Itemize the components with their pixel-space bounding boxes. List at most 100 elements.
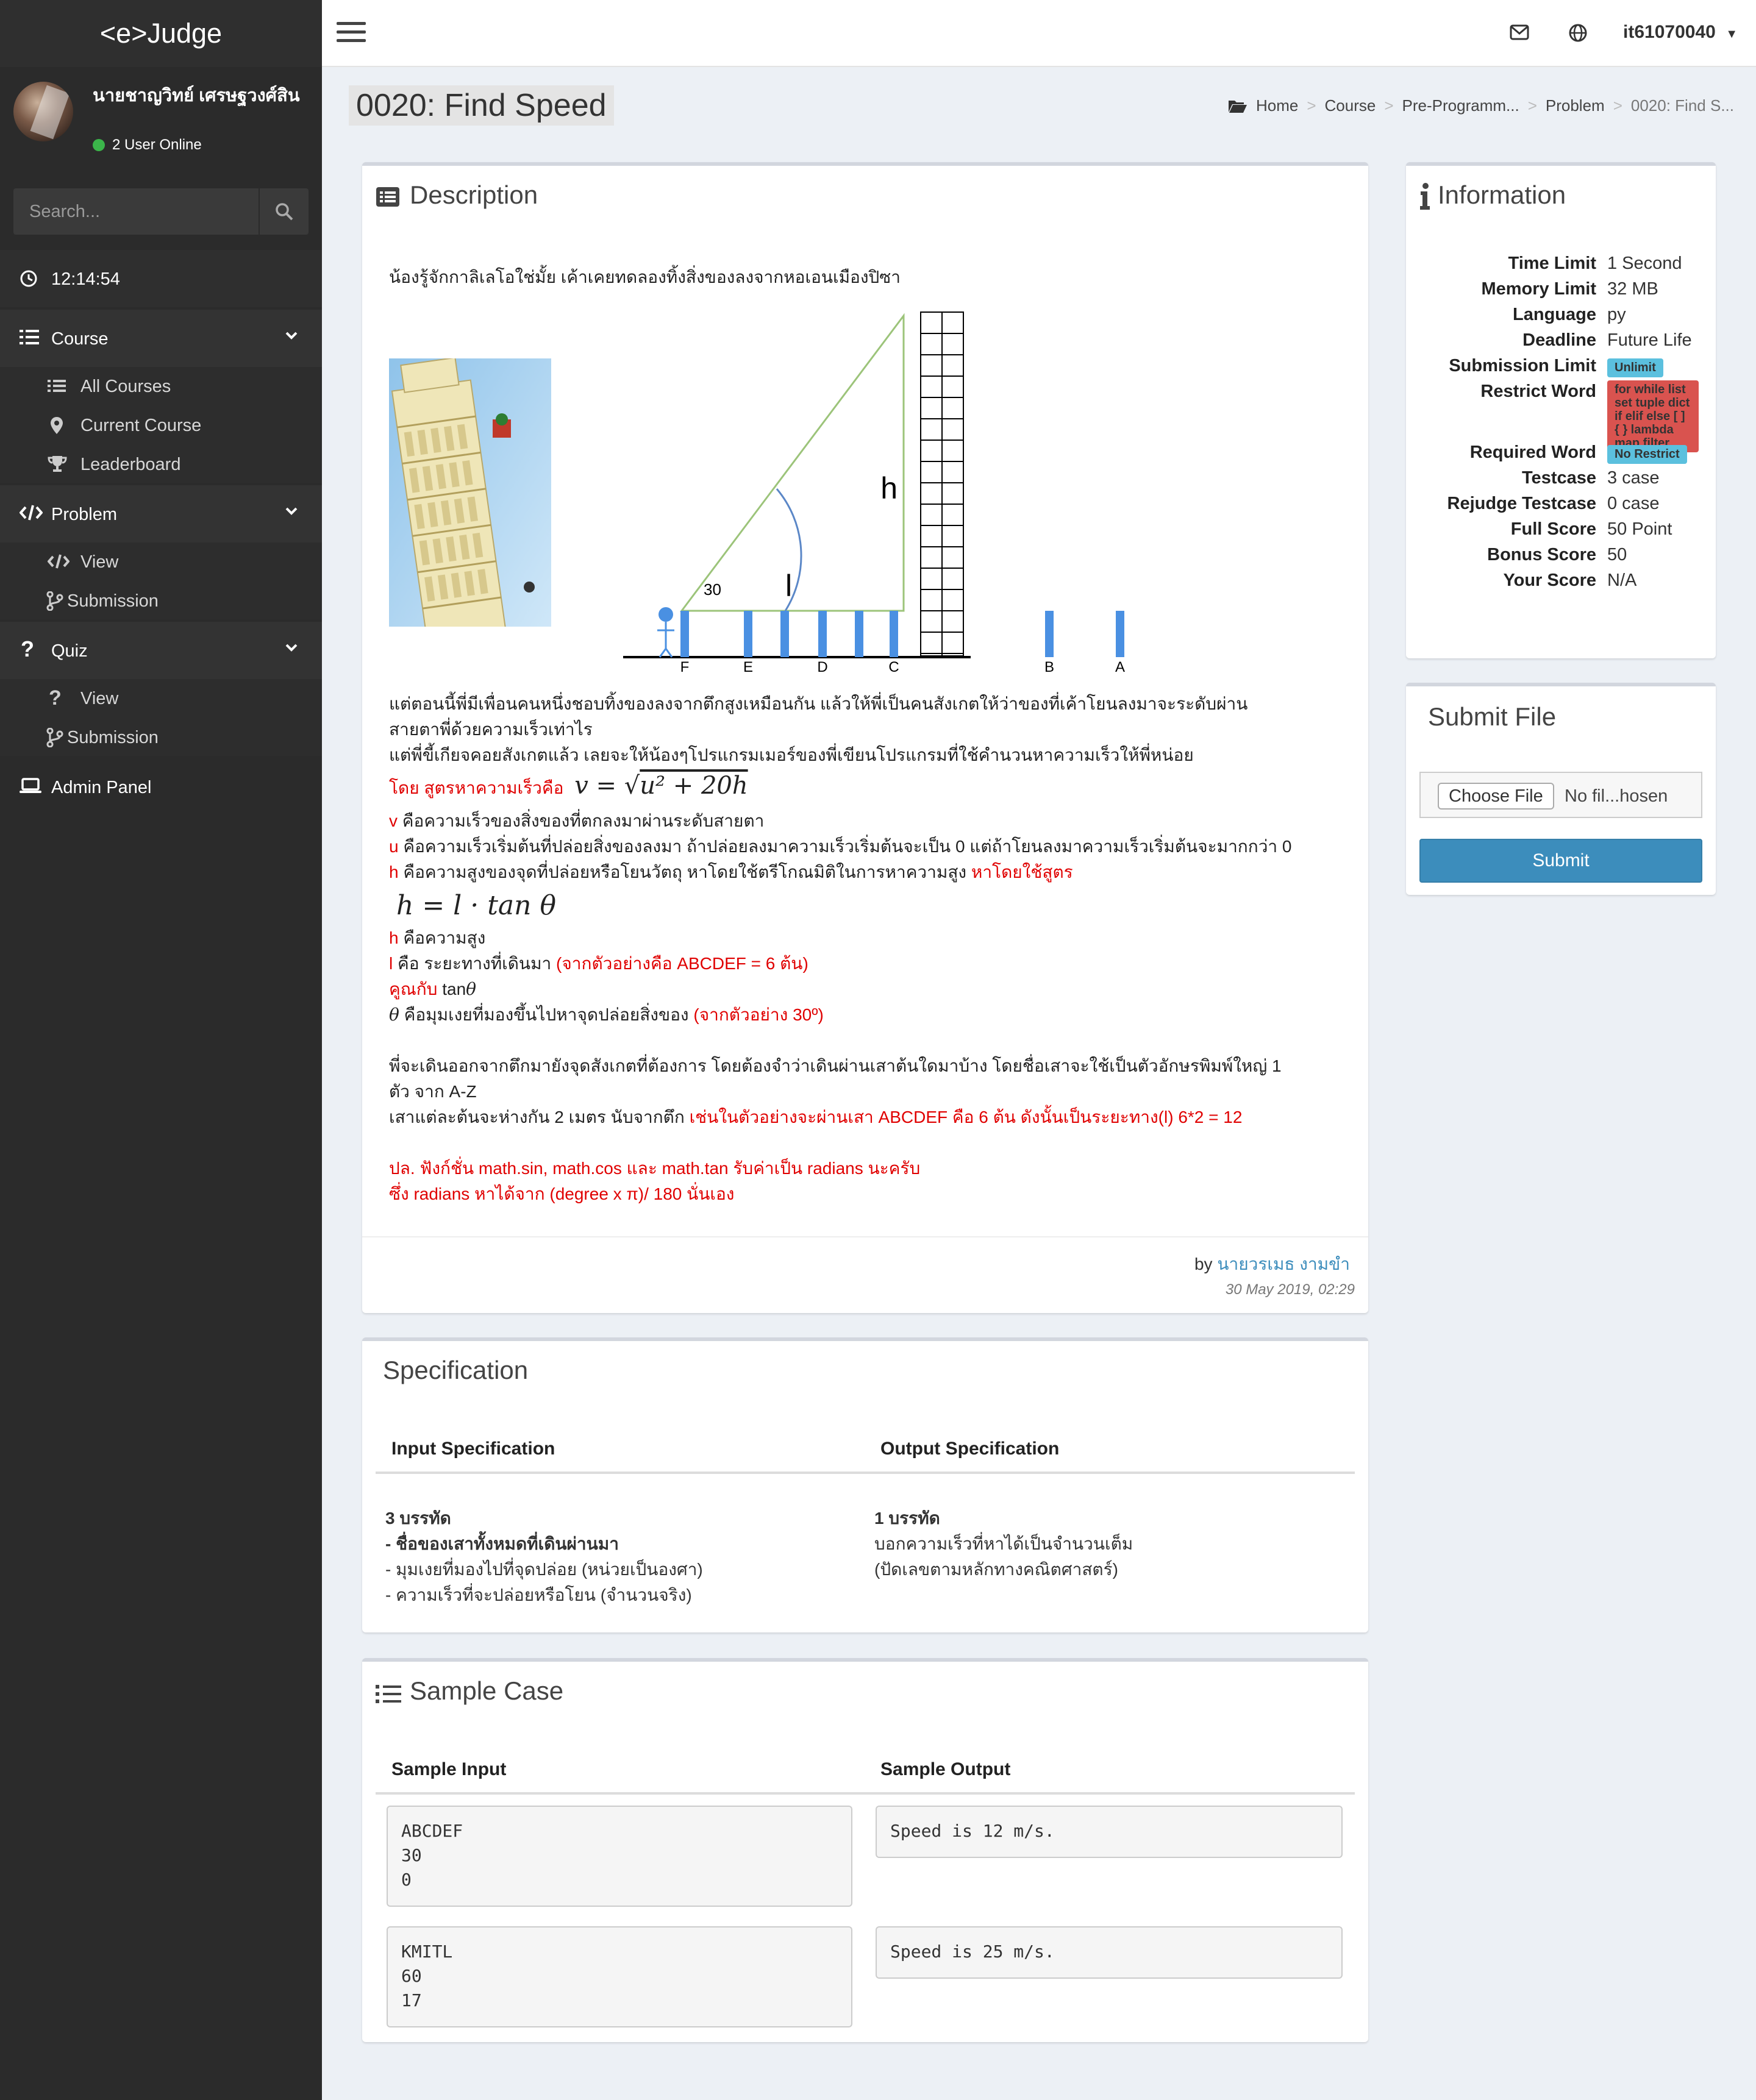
v-definition: v คือความเร็วของสิ่งของที่ตกลงมาผ่านระดั… [389,808,764,834]
input-spec-line: - มุมเงยที่มองไปที่จุดปล่อย (หน่วยเป็นอง… [385,1560,703,1579]
page-title: 0020: Find Speed [349,85,614,126]
nav-quiz-submission[interactable]: Submission [0,718,322,757]
globe-icon[interactable] [1568,23,1588,43]
envelope-icon[interactable] [1510,24,1529,40]
info-value: for while list set tuple dict if elif el… [1607,380,1699,452]
l-label: l [389,954,393,973]
triangle-diagram: 30 h l F E D C B [623,311,971,675]
h2-text: คือความสูง [403,928,486,947]
info-row: Deadline Future Life [1406,330,1716,356]
post-label: A [1115,659,1125,674]
sidebar-toggle-icon[interactable] [337,22,366,44]
nav-problem-view[interactable]: View [0,543,322,582]
nav-problem-submission[interactable]: Submission [0,582,322,621]
paragraph-6-text: เสาแต่ละต้นจะห่างกัน 2 เมตร นับจากตึก [389,1108,690,1127]
info-value: Future Life [1607,330,1692,350]
theta-red: (จากตัวอย่าง 30º) [693,1005,824,1024]
submit-file-title: Submit File [1428,702,1557,731]
post-label: C [888,659,899,675]
clock-time: 12:14:54 [51,269,120,289]
info-value: Unlimit [1607,358,1663,377]
info-key: Testcase [1522,468,1596,488]
info-key: Rejudge Testcase [1447,494,1596,513]
folder-open-icon [1228,100,1247,113]
paragraph-4: พี่จะเดินออกจากตึกมายังจุดสังเกตที่ต้องก… [389,1056,1282,1075]
info-value: py [1607,305,1626,324]
theta-definition: θ คือมุมเงยที่มองขึ้นไปหาจุดปล่อยสิ่งของ… [389,1002,824,1028]
information-title: Information [1438,180,1566,209]
post-label: B [1045,659,1054,674]
nav-course[interactable]: Course [0,310,322,367]
submit-button[interactable]: Submit [1419,839,1702,883]
nav-leaderboard-label: Leaderboard [80,455,181,474]
nav-quiz-label: Quiz [51,641,88,661]
header-divider [376,1472,1355,1474]
breadcrumb-home[interactable]: Home [1256,96,1298,115]
app-logo[interactable]: <e>Judge [0,0,322,67]
breadcrumb-separator: > [1307,96,1316,115]
nav-leaderboard[interactable]: Leaderboard [0,445,322,484]
specification-box: Specification Input Specification Output… [362,1337,1368,1632]
leaning-tower-image [389,358,551,627]
user-menu[interactable]: it61070040 ▼ [1623,22,1738,43]
nav-problem[interactable]: Problem [0,485,322,543]
h2-definition: h คือความสูง [389,925,485,951]
nav-admin-label: Admin Panel [51,778,152,797]
paragraph-3: แต่พี่ขี้เกียจคอยสังเกตแล้ว เลยจะให้น้อง… [389,746,1194,764]
input-spec-line: 3 บรรทัด [385,1509,451,1528]
list-check-icon [20,330,39,344]
list-alt-icon [376,187,399,207]
sample-case-box: Sample Case Sample Input Sample Output A… [362,1658,1368,2042]
info-row: Memory Limit 32 MB [1406,279,1716,305]
info-row: Testcase 3 case [1406,468,1716,494]
search-input[interactable]: Search... [29,202,100,222]
search-form: Search... [13,188,309,235]
choose-file-button[interactable]: Choose File [1438,783,1554,810]
nav-all-courses[interactable]: All Courses [0,367,322,406]
online-status: 2 User Online [93,137,202,154]
nav-admin-panel[interactable]: Admin Panel [0,758,322,816]
l-red: (จากตัวอย่างคือ ABCDEF = 6 ต้น) [556,954,808,973]
v-text: คือความเร็วของสิ่งของที่ตกลงมาผ่านระดับส… [402,811,765,830]
description-title: Description [410,180,538,209]
output-spec-header: Output Specification [880,1439,1060,1459]
submit-file-box: Submit File Choose File No fil...hosen S… [1406,683,1716,895]
info-row: Full Score 50 Point [1406,519,1716,545]
info-key: Time Limit [1508,254,1597,273]
author-link[interactable]: นายวรเมธ งามขำ [1217,1255,1350,1273]
height-label: h [880,471,898,505]
nav-quiz-view[interactable]: ? View [0,679,322,718]
breadcrumb-current: 0020: Find S... [1630,96,1734,115]
breadcrumb-problem[interactable]: Problem [1546,96,1605,115]
breadcrumb-pre-programming[interactable]: Pre-Programm... [1402,96,1519,115]
breadcrumb-course[interactable]: Course [1325,96,1376,115]
post-label: E [743,659,753,675]
info-key: Memory Limit [1481,279,1596,299]
nav-current-course[interactable]: Current Course [0,406,322,445]
output-spec: 1 บรรทัด บอกความเร็วที่หาได้เป็นจำนวนเต็… [874,1506,1133,1582]
nav-quiz[interactable]: ? Quiz [0,622,322,679]
by-label: by [1194,1255,1213,1273]
formula-label: โดย สูตรหาความเร็วคือ [389,778,564,797]
description-box: Description น้องรู้จักกาลิเลโอใช่มั้ย เค… [362,162,1368,1313]
chevron-down-icon [285,332,298,340]
search-icon [276,203,293,221]
info-value: 0 case [1607,494,1660,513]
extra-posts: B A [1045,611,1125,674]
breadcrumb-separator: > [1613,96,1622,115]
sidebar: <e>Judge นายชาญวิทย์ เศรษฐวงศ์สิน 2 User… [0,0,322,2100]
file-input[interactable]: Choose File No fil...hosen [1419,772,1702,818]
output-spec-line: 1 บรรทัด [874,1509,940,1528]
user-panel: นายชาญวิทย์ เศรษฐวงศ์สิน [0,67,322,171]
output-spec-line: (ปัดเลขตามหลักทางคณิตศาสตร์) [874,1560,1118,1579]
height-formula: h = l · tan θ [396,890,556,921]
code-icon [20,505,43,521]
user-name: นายชาญวิทย์ เศรษฐวงศ์สิน [93,86,300,105]
search-button[interactable] [259,188,309,235]
no-file-text: No fil...hosen [1565,786,1668,806]
map-marker-icon [51,417,63,434]
info-value: 50 Point [1607,519,1672,539]
note-2: ซึ่ง radians หาได้จาก (degree x π)/ 180 … [389,1184,735,1203]
u-text: คือความเร็วเริ่มต้นที่ปล่อยสิ่งของลงมา ถ… [403,837,1292,856]
theta-text: คือมุมเงยที่มองขึ้นไปหาจุดปล่อยสิ่งของ [404,1005,694,1024]
